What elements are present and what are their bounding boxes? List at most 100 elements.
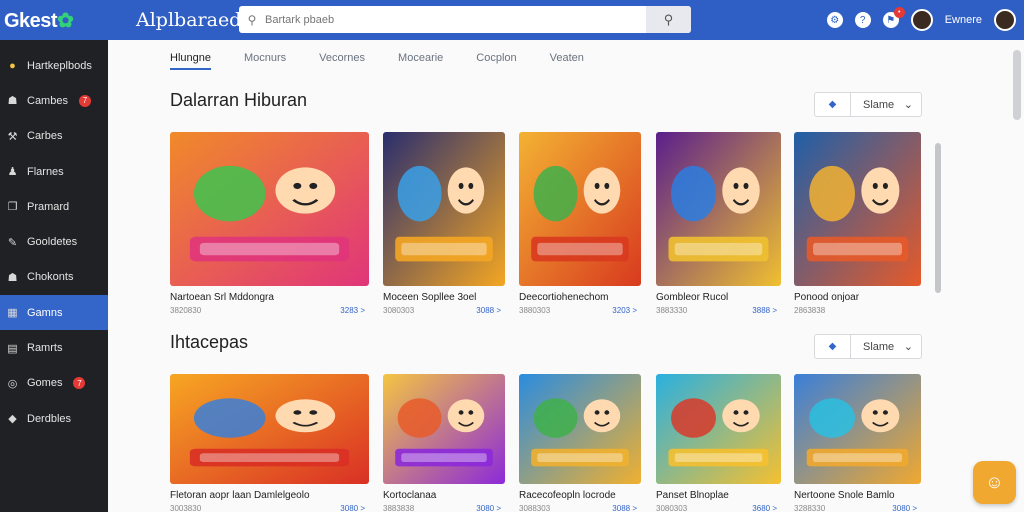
tab[interactable]: Vecornes <box>319 52 365 70</box>
sidebar-item[interactable]: ✎ Gooldetes <box>0 224 108 259</box>
game-card[interactable]: Moceen Sopllee 3oel 3080303 3088 > <box>383 132 505 315</box>
search-bar[interactable]: ⚲ ⚲ <box>239 6 691 33</box>
settings-icon[interactable]: ⚙ <box>826 12 843 28</box>
tab-bar: Hlungne Mocnurs Vecornes Mocearie Cocplon Vea… <box>170 52 617 70</box>
game-count: 3820830 <box>170 306 202 315</box>
bookmark-icon: ❐ <box>7 201 18 214</box>
game-title[interactable]: Deecortiohenechom <box>519 292 641 303</box>
game-title[interactable]: Fletoran aopr laan Damlelgeolo <box>170 490 369 501</box>
game-thumbnail[interactable] <box>170 132 369 286</box>
section-filter[interactable]: ◆ Slame ⌄ <box>814 334 922 359</box>
sidebar-item[interactable]: ♟ Flarnes <box>0 154 108 189</box>
game-card[interactable]: Nartoean Srl Mddongra 3820830 3283 > <box>170 132 369 315</box>
tab[interactable]: Veaten <box>550 52 584 70</box>
game-card[interactable]: Fletoran aopr laan Damlelgeolo 3003830 308… <box>170 374 369 512</box>
game-price[interactable]: 3080 > <box>892 504 917 512</box>
game-thumbnail[interactable] <box>383 132 505 286</box>
logo[interactable]: Gkest✿ <box>4 8 74 33</box>
game-title[interactable]: Kortoclanaa <box>383 490 505 501</box>
sidebar-item[interactable]: ▦ Gamns <box>0 295 108 331</box>
sidebar-item-label: Gooldetes <box>27 236 78 249</box>
tab[interactable]: Hlungne <box>170 52 211 70</box>
game-thumbnail[interactable] <box>794 374 921 484</box>
tab[interactable]: Mocnurs <box>244 52 286 70</box>
chevron-down-icon: ⌄ <box>903 341 913 353</box>
game-title[interactable]: Racecofeopln locrode <box>519 490 641 501</box>
game-meta: 3080303 3088 > <box>383 306 505 315</box>
sidebar-item-label: Pramard <box>27 200 70 213</box>
game-price[interactable]: 3088 > <box>612 504 637 512</box>
username[interactable]: Ewnere <box>945 14 982 26</box>
game-price[interactable]: 3203 > <box>612 306 637 315</box>
game-title[interactable]: Panset Blnoplae <box>656 490 781 501</box>
game-price[interactable]: 3080 > <box>476 504 501 512</box>
filter-icon[interactable]: ◆ <box>815 93 851 116</box>
game-thumbnail[interactable] <box>519 374 641 484</box>
game-title[interactable]: Gombleor Rucol <box>656 292 781 303</box>
sidebar: ● Hartkeplbods ☗ Cambes 7 ⚒ Carbes ♟ Flarnes ❐ Pra… <box>0 40 108 512</box>
game-price[interactable]: 3888 > <box>752 306 777 315</box>
game-card[interactable]: Gombleor Rucol 3883330 3888 > <box>656 132 781 315</box>
people-icon: ☗ <box>7 95 18 108</box>
scrollbar[interactable] <box>935 138 941 298</box>
game-price[interactable]: 3283 > <box>340 306 365 315</box>
sidebar-item[interactable]: ◎ Gomes 7 <box>0 366 108 401</box>
chat-button[interactable]: ☺ <box>973 461 1016 504</box>
sidebar-item-label: Hartkeplbods <box>27 59 92 72</box>
game-card[interactable]: Kortoclanaa 3883838 3080 > <box>383 374 505 512</box>
game-count: 3883838 <box>383 504 415 512</box>
section-filter[interactable]: ◆ Slame ⌄ <box>814 92 922 117</box>
sidebar-item-label: Gamns <box>27 306 63 319</box>
search-button[interactable]: ⚲ <box>646 6 691 33</box>
page-scrollbar[interactable] <box>1013 50 1021 120</box>
game-price[interactable]: 3080 > <box>340 504 365 512</box>
game-title[interactable]: Nartoean Srl Mddongra <box>170 292 369 303</box>
game-meta: 3820830 3283 > <box>170 306 369 315</box>
grid-icon: ▤ <box>7 342 18 355</box>
profile-avatar[interactable] <box>994 9 1016 31</box>
store-icon: ▦ <box>7 307 18 320</box>
sidebar-item[interactable]: ▤ Ramrts <box>0 330 108 365</box>
game-thumbnail[interactable] <box>656 132 781 286</box>
top-icons: ⚙ ? ⚑ • Ewnere <box>826 0 1016 40</box>
sidebar-item[interactable]: ◆ Derdbles <box>0 401 108 436</box>
filter-icon[interactable]: ◆ <box>815 335 851 358</box>
sidebar-item[interactable]: ● Hartkeplbods <box>0 48 108 83</box>
game-count: 3288330 <box>794 504 826 512</box>
avatar[interactable] <box>910 9 933 31</box>
game-price[interactable]: 3088 > <box>476 306 501 315</box>
sort-select[interactable]: Slame ⌄ <box>851 335 921 358</box>
search-input[interactable] <box>265 13 646 26</box>
game-card[interactable]: Panset Blnoplae 3080303 3680 > <box>656 374 781 512</box>
notification-icon[interactable]: ⚑ • <box>882 7 905 28</box>
game-price[interactable]: 3680 > <box>752 504 777 512</box>
game-thumbnail[interactable] <box>656 374 781 484</box>
game-meta: 3883330 3888 > <box>656 306 781 315</box>
sidebar-item[interactable]: ☗ Cambes 7 <box>0 83 108 118</box>
game-card[interactable]: Ponood onjoar 2863838 <box>794 132 921 315</box>
game-thumbnail[interactable] <box>794 132 921 286</box>
sidebar-item[interactable]: ❐ Pramard <box>0 189 108 224</box>
game-meta: 3880303 3203 > <box>519 306 641 315</box>
sidebar-item[interactable]: ⚒ Carbes <box>0 119 108 154</box>
game-thumbnail[interactable] <box>170 374 369 484</box>
game-card[interactable]: Nertoone Snole Bamlo 3288330 3080 > <box>794 374 921 512</box>
sidebar-item[interactable]: ☗ Chokonts <box>0 260 108 295</box>
group-icon: ☗ <box>7 271 18 284</box>
search-icon: ⚲ <box>247 12 257 27</box>
sort-select-value: Slame <box>863 340 895 353</box>
sort-select[interactable]: Slame ⌄ <box>851 93 921 116</box>
game-card[interactable]: Racecofeopln locrode 3088303 3088 > <box>519 374 641 512</box>
game-thumbnail[interactable] <box>383 374 505 484</box>
game-title[interactable]: Nertoone Snole Bamlo <box>794 490 921 501</box>
sidebar-item-label: Chokonts <box>27 271 74 284</box>
game-thumbnail[interactable] <box>519 132 641 286</box>
game-count: 3088303 <box>519 504 551 512</box>
game-title[interactable]: Ponood onjoar <box>794 292 921 303</box>
tools-icon: ✎ <box>7 236 18 249</box>
game-title[interactable]: Moceen Sopllee 3oel <box>383 292 505 303</box>
help-icon[interactable]: ? <box>854 12 871 28</box>
tab[interactable]: Cocplon <box>476 52 516 70</box>
tab[interactable]: Mocearie <box>398 52 443 70</box>
game-card[interactable]: Deecortiohenechom 3880303 3203 > <box>519 132 641 315</box>
